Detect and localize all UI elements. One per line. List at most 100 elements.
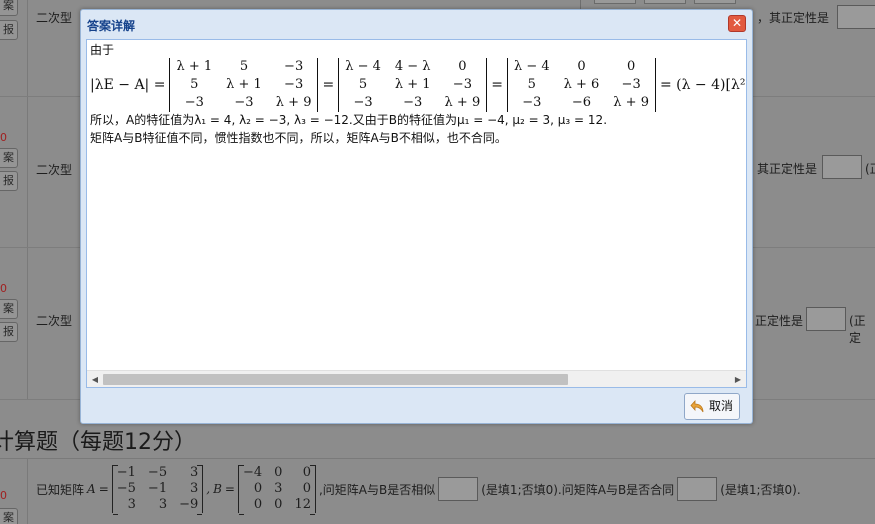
answer-button[interactable]: 案 (0, 508, 18, 524)
det1-cell-0-1: 5 (239, 59, 249, 74)
det1-cell-1-1: λ + 1 (226, 77, 262, 92)
matrix-a-cell-0-0: −1 (116, 465, 136, 480)
option-box[interactable] (594, 0, 636, 4)
report-button[interactable]: 报 (0, 322, 18, 342)
matrix-b: −4 0 0 0 3 0 0 0 12 (237, 465, 316, 515)
det1-cell-1-2: −3 (284, 77, 304, 92)
det3-cell-0-0: λ − 4 (513, 59, 550, 74)
det2-cell-0-2: 0 (458, 59, 467, 74)
comma: , (206, 482, 211, 496)
answer-input[interactable] (822, 155, 862, 179)
matrix-b-cell-2-2: 12 (294, 497, 311, 512)
equation-lhs: |λE − A| = (90, 77, 166, 93)
question-prefix: 已知矩阵 (36, 482, 85, 497)
answer-button[interactable]: 案 (0, 0, 18, 16)
scrollbar-thumb[interactable] (103, 374, 568, 385)
determinant-equation: |λE − A| = λ + 1 5 −3 5 λ + 1 −3 −3 −3 λ + 9 = λ… (90, 57, 746, 113)
matrix-b-cell-2-1: 0 (274, 497, 283, 512)
matrix-b-cell-0-2: 0 (302, 465, 311, 480)
answer-input[interactable] (837, 5, 875, 29)
hint-text: (正 (865, 162, 875, 176)
answer-button[interactable]: 案 (0, 148, 18, 168)
matrix-b-cell-1-1: 3 (274, 481, 283, 496)
report-button[interactable]: 报 (0, 20, 18, 40)
det1-cell-0-2: −3 (284, 59, 304, 74)
det3-cell-2-1: −6 (571, 95, 592, 110)
det2-cell-0-1: 4 − λ (394, 59, 431, 74)
similar-question-text: ,问矩阵A与B是否相似 (318, 482, 436, 497)
calc-question-row: 0 案 已知矩阵 A = −1 −5 3 −5 −1 3 3 3 −9 , B = −4 0 0 0 3… (0, 458, 875, 524)
cancel-label: 取消 (709, 399, 734, 413)
option-box[interactable] (694, 0, 736, 4)
matrix-b-cell-1-2: 0 (302, 481, 311, 496)
dialog-footer: 取消 (86, 388, 747, 420)
horizontal-scrollbar[interactable]: ◀ ▶ (87, 370, 746, 387)
matrix-b-label: B (213, 482, 222, 496)
question-score: 0 (0, 489, 7, 502)
det2-cell-1-0: 5 (358, 77, 368, 92)
positive-definite-label: 正定性是 (755, 314, 804, 328)
undo-arrow-icon (690, 399, 704, 413)
section-heading: 计算题（每题12分） (0, 430, 196, 455)
eigenvalue-text: 所以，A的特征值为λ₁ = 4, λ₂ = −3, λ₃ = −12.又由于B的… (90, 113, 608, 127)
det3-cell-2-0: −3 (522, 95, 542, 110)
det3-cell-0-1: 0 (577, 59, 586, 74)
answer-button[interactable]: 案 (0, 299, 18, 319)
det2-cell-1-2: −3 (452, 77, 472, 92)
det2-cell-2-0: −3 (353, 95, 373, 110)
det2-cell-1-1: λ + 1 (394, 77, 431, 92)
calc-question-text: 已知矩阵 A = −1 −5 3 −5 −1 3 3 3 −9 , B = −4 0 0 0 3 0 0 0 1… (36, 465, 801, 515)
matrix-a-cell-2-0: 3 (127, 497, 136, 512)
det3-cell-1-0: 5 (527, 77, 536, 92)
matrix-b-cell-2-0: 0 (253, 497, 263, 512)
det2-cell-2-1: −3 (403, 95, 423, 110)
equals-sign: = (322, 77, 335, 93)
matrix-b-cell-1-0: 0 (253, 481, 263, 496)
matrix-b-cell-0-1: 0 (274, 465, 283, 480)
matrix-a-label: A (87, 482, 96, 496)
equals-sign: = (491, 77, 503, 93)
determinant-3: λ − 4 0 0 5 λ + 6 −3 −3 −6 λ + 9 (506, 58, 656, 112)
det1-cell-2-0: −3 (184, 95, 204, 110)
answer-text: 由于 |λE − A| = λ + 1 5 −3 5 λ + 1 −3 −3 −3 λ + 9 … (90, 41, 746, 145)
answer-input[interactable] (806, 307, 846, 331)
hint-text: (正定 (849, 314, 866, 345)
matrix-a: −1 −5 3 −5 −1 3 3 3 −9 (111, 465, 204, 515)
hint-text: (是填1;否填0). (720, 482, 801, 497)
matrix-a-cell-2-2: −9 (179, 497, 199, 512)
similar-answer-input[interactable] (438, 477, 479, 501)
determinant-1: λ + 1 5 −3 5 λ + 1 −3 −3 −3 λ + 9 (169, 58, 319, 112)
cancel-button[interactable]: 取消 (684, 393, 740, 420)
dialog-content: 由于 |λE − A| = λ + 1 5 −3 5 λ + 1 −3 −3 −3 λ + 9 … (86, 39, 747, 388)
det3-cell-1-1: λ + 6 (563, 77, 600, 92)
matrix-a-cell-2-1: 3 (158, 497, 168, 512)
det1-cell-1-0: 5 (190, 77, 199, 92)
report-button[interactable]: 报 (0, 171, 18, 191)
scroll-right-icon[interactable]: ▶ (732, 373, 744, 386)
det3-cell-1-2: −3 (621, 77, 641, 92)
question-prefix: 二次型 (36, 314, 73, 328)
answer-detail-dialog: 答案详解 ✕ 由于 |λE − A| = λ + 1 5 −3 5 λ + 1 −3 −3−… (80, 9, 753, 424)
det3-cell-2-2: λ + 9 (613, 95, 649, 110)
matrix-a-cell-0-2: 3 (189, 465, 199, 480)
congruent-answer-input[interactable] (677, 477, 718, 501)
option-box[interactable] (644, 0, 686, 4)
positive-definite-label: 其正定性是 (757, 162, 818, 176)
question-prefix: 二次型 (36, 163, 73, 177)
equation-tail: = (λ − 4)[λ² + (659, 77, 746, 93)
det1-cell-0-0: λ + 1 (176, 59, 213, 74)
det2-cell-0-0: λ − 4 (345, 59, 381, 74)
congruent-question-text: (是填1;否填0).问矩阵A与B是否合同 (481, 482, 675, 497)
scroll-left-icon[interactable]: ◀ (89, 373, 101, 386)
det2-cell-2-2: λ + 9 (444, 95, 481, 110)
close-icon[interactable]: ✕ (728, 15, 746, 32)
matrix-a-cell-0-1: −5 (147, 465, 168, 480)
equals-sign: = (98, 482, 109, 496)
positive-definite-label: ，其正定性是 (757, 11, 830, 25)
conclusion-text: 矩阵A与B特征值不同，惯性指数也不同，所以，矩阵A与B不相似，也不合同。 (90, 131, 507, 145)
matrix-a-cell-1-2: 3 (189, 481, 199, 496)
det3-cell-0-2: 0 (626, 59, 636, 74)
matrix-a-cell-1-1: −1 (147, 481, 168, 496)
matrix-a-cell-1-0: −5 (116, 481, 136, 496)
question-score: 0 (0, 131, 7, 144)
